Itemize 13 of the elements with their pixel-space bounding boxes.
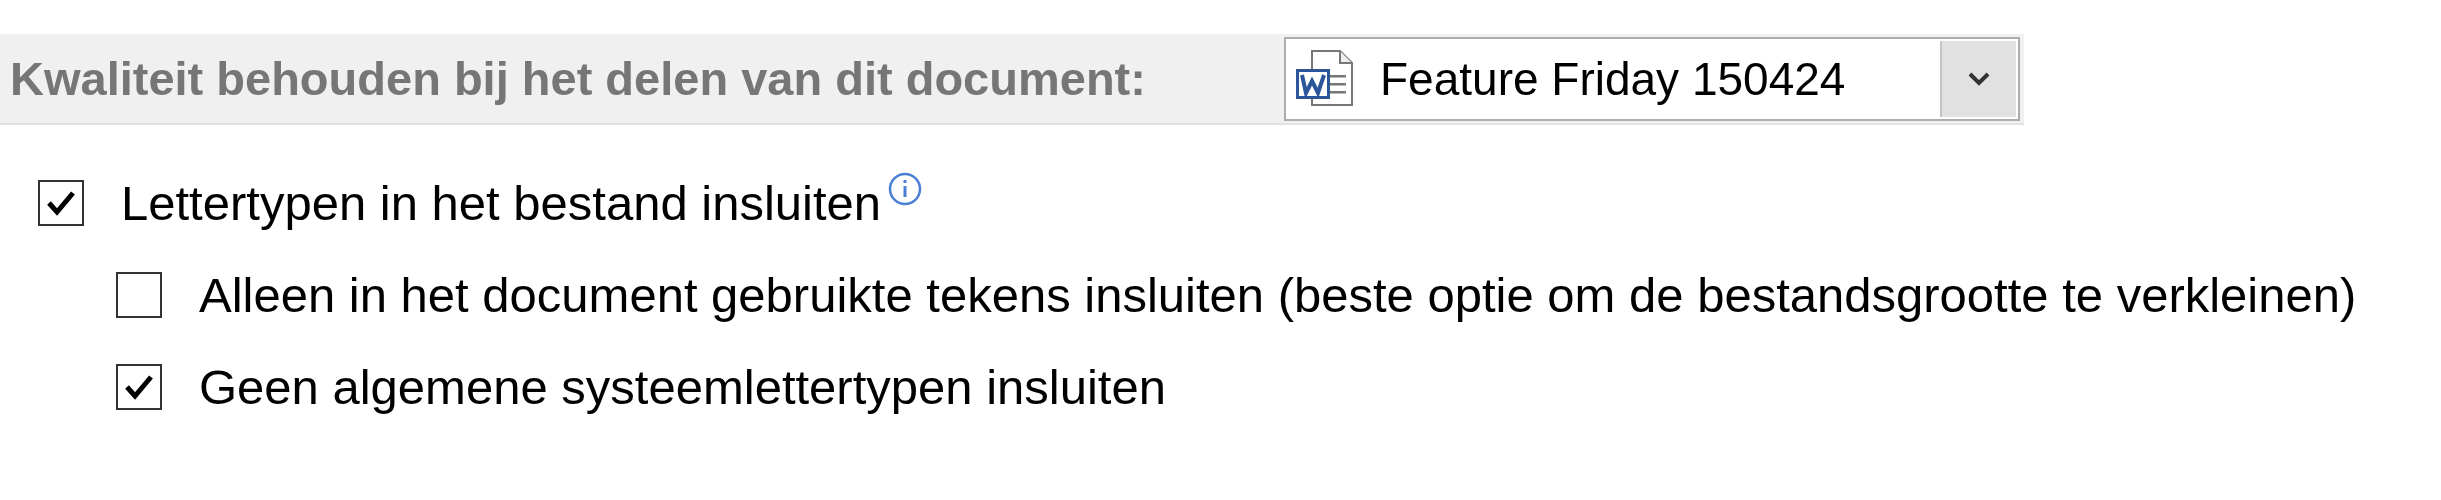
checkbox[interactable] — [116, 272, 162, 318]
checkbox-label[interactable]: Alleen in het document gebruikte tekens insluiten (beste optie om de bestandsgrootte te verkleinen) — [199, 267, 2357, 323]
checkbox[interactable] — [116, 364, 162, 410]
checkbox[interactable] — [38, 180, 84, 226]
section-heading: Kwaliteit behouden bij het delen van dit document: — [9, 51, 1147, 106]
checkbox-label[interactable]: Lettertypen in het bestand insluiten — [121, 175, 882, 231]
checkmark-icon — [124, 373, 154, 401]
checkbox-label[interactable]: Geen algemene systeemlettertypen insluiten — [199, 359, 1166, 415]
info-icon[interactable] — [887, 171, 924, 207]
dropdown-value: Feature Friday 150424 — [1379, 51, 1847, 106]
document-dropdown[interactable]: Feature Friday 150424 — [1284, 36, 2020, 121]
chevron-down-icon — [1967, 70, 1991, 87]
checkmark-icon — [46, 189, 76, 217]
